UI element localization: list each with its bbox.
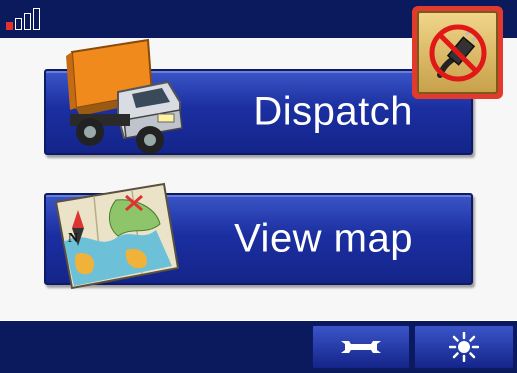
- no-external-power-button[interactable]: [412, 6, 503, 99]
- delivery-truck-icon: [66, 38, 183, 154]
- sun-icon: [449, 332, 479, 362]
- signal-bar: [6, 22, 13, 30]
- signal-bar: [33, 8, 40, 30]
- brightness-button[interactable]: [414, 325, 514, 369]
- wrench-icon: [341, 341, 381, 353]
- folded-map-icon: N: [54, 182, 180, 290]
- no-external-power-icon: [429, 24, 486, 81]
- signal-bar: [24, 13, 31, 30]
- svg-text:N: N: [68, 231, 78, 246]
- bottom-toolbar: [0, 321, 517, 373]
- signal-strength-icon: [6, 6, 40, 30]
- dispatch-label: Dispatch: [253, 89, 413, 134]
- settings-button[interactable]: [312, 325, 410, 369]
- signal-bar: [15, 18, 22, 30]
- view-map-label: View map: [234, 216, 413, 261]
